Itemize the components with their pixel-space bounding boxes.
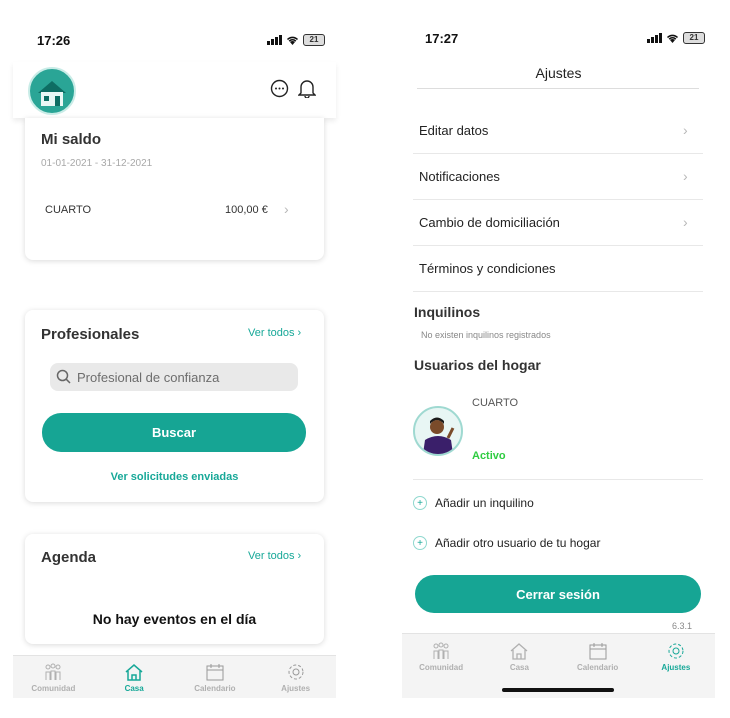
gear-icon (668, 643, 684, 658)
status-time: 17:26 (37, 33, 71, 48)
agenda-card: Agenda Ver todos › No hay eventos en el … (25, 534, 324, 644)
logout-button[interactable]: Cerrar sesión (415, 575, 701, 613)
tab-label: Ajustes (281, 683, 311, 693)
bell-icon[interactable] (298, 78, 316, 98)
status-icons: 21 (647, 32, 705, 44)
status-time: 17:27 (425, 31, 459, 46)
profesionales-see-all-link[interactable]: Ver todos › (248, 327, 301, 339)
app-version: 6.3.1 (672, 621, 693, 631)
tab-label: Calendario (576, 662, 619, 672)
calendar-icon (589, 642, 607, 659)
menu-label: Términos y condiciones (419, 260, 556, 276)
page-title: Ajustes (535, 65, 582, 81)
house-icon (125, 663, 143, 681)
saldo-item-amount: 100,00 € (225, 204, 268, 216)
agenda-empty-text: No hay eventos en el día (92, 611, 257, 627)
user-avatar (413, 406, 463, 456)
menu-label: Cambio de domiciliación (419, 214, 560, 230)
calendar-icon (206, 663, 224, 680)
house-avatar-icon (38, 81, 66, 106)
tab-calendario[interactable]: Calendario (175, 656, 256, 698)
wifi-icon (286, 36, 299, 45)
chat-icon[interactable] (270, 79, 289, 98)
add-tenant-button[interactable]: + Añadir un inquilino (413, 496, 534, 510)
tab-label: Ajustes (661, 662, 691, 672)
gear-icon (288, 664, 304, 679)
saldo-title: Mi saldo (41, 131, 102, 148)
menu-label: Notificaciones (419, 168, 500, 184)
chevron-right-icon: › (683, 214, 688, 230)
agenda-title: Agenda (41, 549, 97, 566)
see-all-label: Ver todos (248, 550, 295, 562)
see-all-label: Ver todos (248, 327, 295, 339)
saldo-card: Mi saldo 01-01-2021 - 31-12-2021 CUARTO … (25, 118, 324, 260)
signal-icon (647, 33, 662, 43)
profesional-search-input[interactable]: Profesional de confianza (50, 363, 298, 391)
tab-comunidad[interactable]: Comunidad (402, 634, 480, 674)
add-user-button[interactable]: + Añadir otro usuario de tu hogar (413, 536, 600, 550)
inquilinos-title: Inquilinos (414, 304, 481, 320)
tab-ajustes[interactable]: Ajustes (637, 634, 715, 674)
status-icons: 21 (267, 34, 325, 46)
home-avatar[interactable] (28, 67, 76, 115)
tab-label: Casa (509, 662, 529, 672)
search-icon (56, 369, 71, 384)
chevron-right-icon: › (683, 168, 688, 184)
saldo-period: 01-01-2021 - 31-12-2021 (41, 158, 153, 169)
inquilinos-empty: No existen inquilinos registrados (421, 330, 551, 340)
menu-cambio-domiciliacion[interactable]: Cambio de domiciliación › (413, 199, 703, 246)
battery-icon: 21 (683, 32, 705, 44)
saldo-item-label: CUARTO (45, 204, 92, 216)
person-avatar-icon (423, 417, 455, 454)
tab-casa[interactable]: Casa (480, 634, 558, 674)
sent-requests-link[interactable]: Ver solicitudes enviadas (25, 471, 324, 483)
menu-terminos[interactable]: Términos y condiciones (413, 245, 703, 292)
tab-casa[interactable]: Casa (94, 656, 175, 698)
tab-label: Comunidad (419, 662, 464, 672)
profesionales-card: Profesionales Ver todos › Profesional de… (25, 310, 324, 502)
tab-label: Casa (124, 683, 144, 693)
usuarios-title: Usuarios del hogar (414, 357, 541, 373)
header-divider (417, 88, 699, 89)
wifi-icon (666, 34, 679, 43)
buscar-button[interactable]: Buscar (42, 413, 306, 452)
left-tab-bar: Comunidad Casa Calendario Ajustes (13, 655, 336, 698)
chevron-right-icon: › (683, 122, 688, 138)
battery-icon: 21 (303, 34, 325, 46)
profesionales-title: Profesionales (41, 326, 140, 343)
community-icon (433, 642, 449, 659)
saldo-item-row[interactable]: CUARTO 100,00 € › (25, 196, 324, 226)
signal-icon (267, 35, 282, 45)
menu-editar-datos[interactable]: Editar datos › (413, 107, 703, 154)
user-status: Activo (472, 450, 506, 462)
agenda-see-all-link[interactable]: Ver todos › (248, 550, 301, 562)
menu-notificaciones[interactable]: Notificaciones › (413, 153, 703, 200)
tab-ajustes[interactable]: Ajustes (255, 656, 336, 698)
tab-calendario[interactable]: Calendario (559, 634, 637, 674)
divider (413, 479, 703, 480)
add-user-label: Añadir otro usuario de tu hogar (435, 536, 601, 550)
house-icon (510, 642, 528, 660)
menu-label: Editar datos (419, 122, 489, 138)
tab-comunidad[interactable]: Comunidad (13, 656, 94, 698)
user-name: CUARTO (472, 397, 519, 409)
tab-label: Calendario (194, 683, 236, 693)
search-placeholder: Profesional de confianza (77, 369, 220, 385)
tab-label: Comunidad (31, 683, 76, 693)
home-indicator (502, 688, 614, 692)
plus-icon: + (413, 536, 427, 550)
add-tenant-label: Añadir un inquilino (435, 496, 534, 510)
chevron-right-icon: › (284, 201, 289, 217)
plus-icon: + (413, 496, 427, 510)
community-icon (45, 663, 61, 680)
